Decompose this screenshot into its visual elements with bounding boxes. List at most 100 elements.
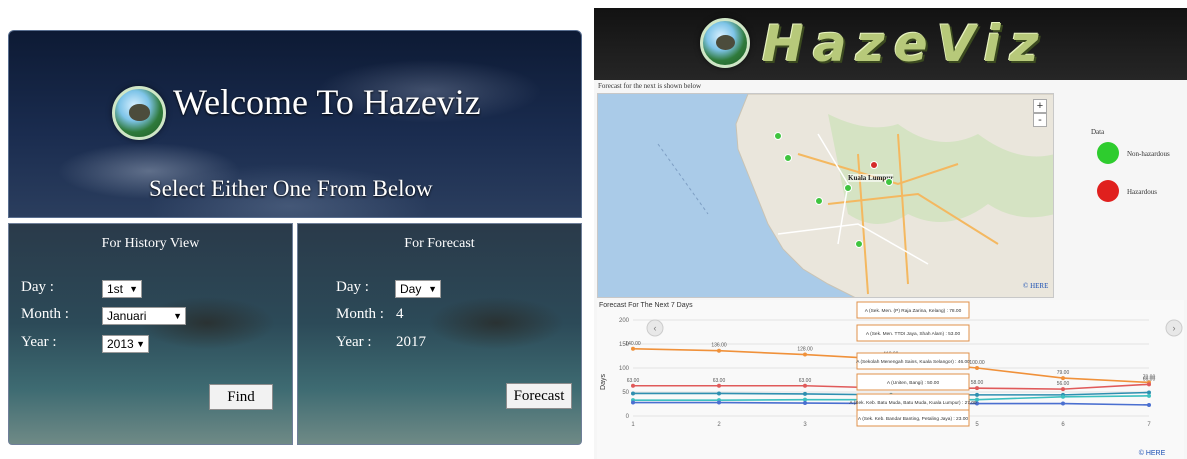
chart-data-label: 100.00 <box>969 360 985 366</box>
chart-data-label: 128.00 <box>797 347 813 353</box>
chart-data-point[interactable] <box>1147 382 1151 387</box>
forecast-line-chart: Forecast For The Next 7 Days Days 0 50 100… <box>599 301 1183 457</box>
chart-tooltip-text: A (Sekolah Menengah Sains, Kuala Selango… <box>856 359 970 365</box>
chart-data-point[interactable] <box>803 352 807 357</box>
chevron-down-icon: ▼ <box>129 284 138 294</box>
welcome-page: Welcome To Hazeviz Select Either One Fro… <box>8 30 582 445</box>
chart-data-point[interactable] <box>717 400 721 405</box>
hazeviz-logo-icon <box>112 86 166 140</box>
history-day-value: 1st <box>107 282 124 296</box>
chart-data-point[interactable] <box>631 391 635 396</box>
hazeviz-page: HazeViz Forecast for the next is shown b… <box>594 8 1187 459</box>
chart-data-label: 63.00 <box>627 378 640 384</box>
chart-data-point[interactable] <box>631 400 635 405</box>
map-credit: © HERE <box>1023 282 1049 290</box>
chart-data-point[interactable] <box>803 401 807 406</box>
forecast-day-value: Day <box>400 282 422 296</box>
forecast-heading: For Forecast <box>404 236 475 251</box>
chart-data-label: 63.00 <box>799 378 812 384</box>
chevron-left-icon: ‹ <box>654 323 657 333</box>
forecast-map[interactable]: + - Kuala Lumpur © HERE <box>597 93 1054 298</box>
chart-tooltip-text: A (Sek. Men. (P) Raja Zarina, Kelang) : … <box>865 308 962 314</box>
forecast-panel: For Forecast Day : Day ▼ Month : 4 Year … <box>297 223 582 445</box>
chart-data-point[interactable] <box>717 383 721 388</box>
forecast-button[interactable]: Forecast <box>506 383 572 409</box>
chart-y-tick-label: 0 <box>626 414 630 420</box>
forecast-month-value: 4 <box>396 306 404 322</box>
history-month-label: Month : <box>21 306 69 322</box>
chart-data-label: 79.00 <box>1057 370 1070 376</box>
chart-data-label: 63.00 <box>713 378 726 384</box>
forecast-day-select[interactable]: Day ▼ <box>395 280 441 298</box>
chart-tooltip-text: A (Sek. Keb. Batu Muda, Batu Muda, Kuala… <box>849 400 977 406</box>
chart-y-tick-label: 100 <box>619 366 630 372</box>
legend-label-non-hazardous: Non-hazardous <box>1127 150 1170 158</box>
chart-data-label: 58.00 <box>971 380 984 386</box>
chart-data-point[interactable] <box>717 348 721 353</box>
map-marker-safe[interactable] <box>784 154 792 162</box>
history-month-value: Januari <box>107 309 147 323</box>
chart-x-tick-label: 7 <box>1147 422 1151 428</box>
chart-data-point[interactable] <box>975 366 979 370</box>
map-marker-safe[interactable] <box>815 197 823 205</box>
map-marker-safe[interactable] <box>844 184 852 192</box>
chart-x-tick-label: 5 <box>975 422 979 428</box>
zoom-in-button[interactable]: + <box>1033 99 1047 113</box>
chart-data-point[interactable] <box>717 391 721 396</box>
chart-data-label: 136.00 <box>711 343 727 349</box>
chart-x-tick-label: 1 <box>631 422 635 428</box>
app-title: HazeViz <box>762 15 1048 73</box>
history-year-label: Year : <box>21 334 57 350</box>
chart-tooltip-text: A (Sek. Men. TTDI Jaya, Shah Alam) : 53.… <box>866 331 961 337</box>
legend-title: Data <box>1091 128 1105 136</box>
forecast-year-value: 2017 <box>396 334 426 350</box>
chart-data-label: 66.00 <box>1143 376 1156 382</box>
chart-tooltip-text: A (Sek. Keb. Bandar Banting, Petaling Ja… <box>858 416 968 422</box>
forecast-chart: Forecast For The Next 7 Days Days 0 50 100… <box>597 300 1184 459</box>
chart-x-tick-label: 6 <box>1061 422 1065 428</box>
chart-data-point[interactable] <box>1061 376 1065 381</box>
history-month-select[interactable]: Januari ▼ <box>102 307 186 325</box>
chart-data-point[interactable] <box>1061 394 1065 399</box>
chart-y-axis-label: Days <box>600 374 607 390</box>
history-day-label: Day : <box>21 279 54 295</box>
welcome-title: Welcome To Hazeviz <box>173 82 481 122</box>
map-marker-safe[interactable] <box>885 178 893 186</box>
history-view-panel: For History View Day : 1st ▼ Month : Jan… <box>8 223 293 445</box>
map-marker-safe[interactable] <box>855 240 863 248</box>
history-year-value: 2013 <box>107 337 134 351</box>
find-button[interactable]: Find <box>209 384 273 410</box>
forecast-year-label: Year : <box>336 334 372 350</box>
history-day-select[interactable]: 1st ▼ <box>102 280 142 298</box>
chart-tooltip-text: A (Uniten, Bangi) : 50.00 <box>887 380 940 386</box>
map-legend: Data Non-hazardous Hazardous <box>1091 128 1187 202</box>
map-caption: Forecast for the next is shown below <box>598 82 702 90</box>
map-terrain <box>657 94 1053 297</box>
legend-dot-hazardous <box>1097 180 1119 202</box>
chart-data-point[interactable] <box>1147 393 1151 398</box>
chart-data-point[interactable] <box>975 386 979 391</box>
map-marker-safe[interactable] <box>774 132 782 140</box>
chart-data-point[interactable] <box>631 346 635 351</box>
legend-label-hazardous: Hazardous <box>1127 188 1157 196</box>
chart-data-point[interactable] <box>1061 387 1065 392</box>
chart-data-point[interactable] <box>975 392 979 397</box>
forecast-content: Forecast for the next is shown below + -… <box>594 80 1187 459</box>
chevron-down-icon: ▼ <box>136 339 145 349</box>
chart-data-point[interactable] <box>803 383 807 388</box>
forecast-month-label: Month : <box>336 306 384 322</box>
chart-data-point[interactable] <box>631 383 635 388</box>
history-heading: For History View <box>101 236 200 251</box>
chart-data-point[interactable] <box>1147 402 1151 407</box>
chart-y-tick-label: 200 <box>619 318 630 324</box>
chart-credit: © HERE <box>1139 449 1166 457</box>
chart-data-point[interactable] <box>1061 401 1065 406</box>
chart-data-point[interactable] <box>803 391 807 396</box>
zoom-out-button[interactable]: - <box>1033 113 1047 127</box>
history-year-select[interactable]: 2013 ▼ <box>102 335 149 353</box>
chart-data-label: 56.00 <box>1057 381 1070 387</box>
legend-dot-non-hazardous <box>1097 142 1119 164</box>
chart-x-tick-label: 2 <box>717 422 721 428</box>
chart-data-label: 140.00 <box>625 341 641 347</box>
map-marker-hazard[interactable] <box>870 161 878 169</box>
